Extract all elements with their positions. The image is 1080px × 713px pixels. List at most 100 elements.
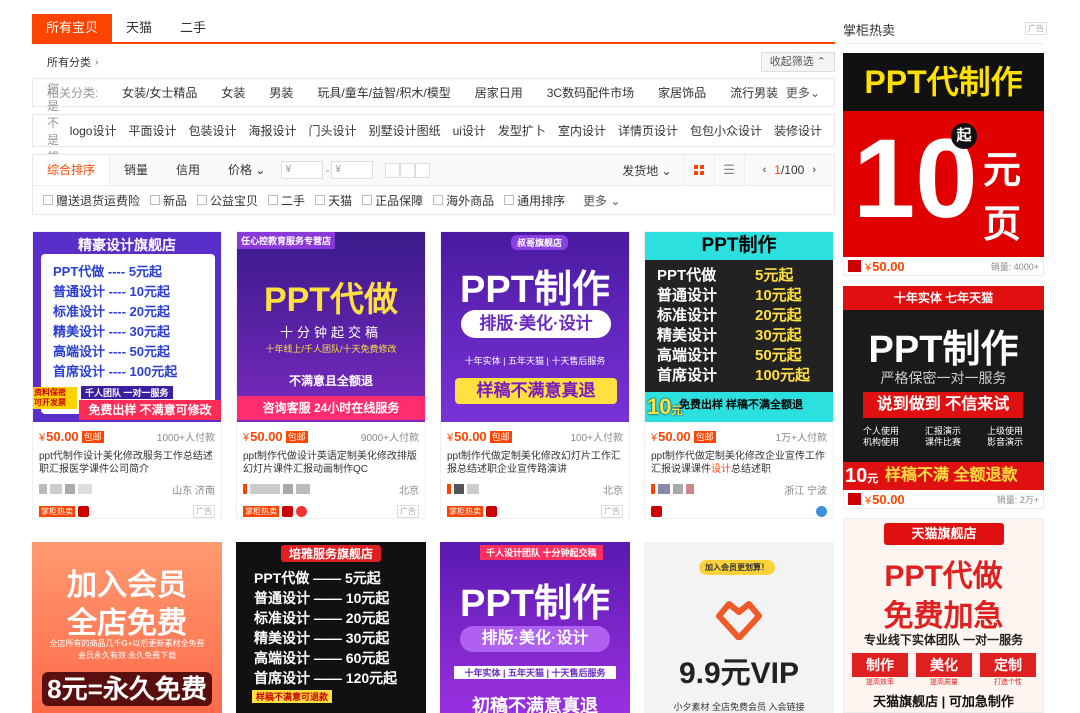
product-image[interactable]: 千人设计团队 十分钟起交稿 PPT制作 排版·美化·设计 十年实体 | 五年天猫… [440,542,630,713]
shop-location: 北京 [399,485,419,497]
checkbox-filter[interactable]: 正品保障 [362,192,423,209]
related-item[interactable]: 男装 [269,84,293,101]
prev-page-icon[interactable]: ‹ [763,164,767,176]
suggest-item[interactable]: 详情页设计 [618,122,678,139]
related-item[interactable]: 女装/女士精品 [122,84,197,101]
sort-credit[interactable]: 信用 [162,155,214,186]
related-item[interactable]: 3C数码配件市场 [547,84,634,101]
side-product-image[interactable]: 十年实体 七年天猫 PPT制作 严格保密一对一服务 说到做到 不信来试 个人使用… [843,286,1044,490]
grid-view-button[interactable] [683,154,714,186]
product-image[interactable]: PPT制作 PPT代做 普通设计 标准设计 精美设计 高端设计 首席设计 5元起 10元起… [645,232,833,422]
suggest-item[interactable]: 装修设计 [774,122,822,139]
product-title[interactable]: ppt制作代做设计英语定制美化修改排版幻灯片课件汇报动画制作QC [243,450,419,476]
product-card[interactable]: 加入会员 全店免费 全店所有的商品几千G+以后更新素材全免费 会员永久有效 永久… [32,542,222,713]
next-page-icon[interactable]: › [812,164,816,176]
suggest-item[interactable]: logo设计 [70,122,117,139]
tab-secondhand[interactable]: 二手 [166,14,220,42]
product-card[interactable]: 精豪设计旗舰店 PPT代做 ---- 5元起 普通设计 ---- 10元起 标准设计… [32,231,222,519]
collapse-filter-button[interactable]: 收起筛选 ⌃ [760,52,835,72]
product-image[interactable]: 加入会员更划算！ 9.9元VIP 小夕素材 全店免费会员 入会链接 [644,542,834,713]
checks-more-button[interactable]: 更多 ⌄ [583,192,620,209]
tab-tmall[interactable]: 天猫 [112,14,166,42]
page-current: 1 [774,163,781,177]
checkbox-filter[interactable]: 公益宝贝 [197,192,258,209]
side-product-card[interactable]: 天猫旗舰店 PPT代做 免费加急 专业线下实体团队 一对一服务 制作 美化 定制… [843,518,1044,713]
filter-checkboxes: 赠送退货运费险 新品 公益宝贝 二手 天猫 正品保障 海外商品 通用排序 更多 … [32,185,835,215]
tmall-icon [486,505,497,517]
checkbox-filter[interactable]: 二手 [268,192,305,209]
product-card[interactable]: 培雅服务旗舰店 PPT代做 —— 5元起 普通设计 —— 10元起 标准设计 —— … [236,542,426,713]
zhanggui-badge: 掌柜热卖 [447,505,483,517]
suggest-item[interactable]: 包包小众设计 [690,122,762,139]
product-card[interactable]: 千人设计团队 十分钟起交稿 PPT制作 排版·美化·设计 十年实体 | 五年天猫… [440,542,630,713]
tmall-icon [282,505,293,517]
shop-line[interactable]: 浙江 宁波 [651,482,827,497]
checkbox-filter[interactable]: 新品 [150,192,187,209]
suggest-row: 您是不是想找: logo设计 平面设计 包装设计 海报设计 门头设计 别墅设计图… [32,82,835,181]
checkbox-filter[interactable]: 通用排序 [504,192,565,209]
suggest-item[interactable]: 平面设计 [129,122,177,139]
related-item[interactable]: 居家日用 [475,84,523,101]
related-item[interactable]: 流行男装 [730,84,778,101]
side-product-card[interactable]: PPT代制作 10 起 元 页 ¥50.00 销量: 4000+ [843,53,1044,276]
price-dash: - [325,163,330,177]
product-image[interactable]: 任心控教育服务专营店 PPT代做 十分钟起交稿 十年线上/千人团队/十天免费修改… [237,232,425,422]
suggest-item[interactable]: ui设计 [453,122,486,139]
tab-all[interactable]: 所有宝贝 [32,14,113,42]
suggest-item[interactable]: 包装设计 [189,122,237,139]
wangwang-icon[interactable] [816,505,827,517]
product-card[interactable]: PPT制作 PPT代做 普通设计 标准设计 精美设计 高端设计 首席设计 5元起 10元起… [644,231,834,519]
page-total: /100 [780,163,805,177]
price-min-input[interactable]: ¥ [281,161,324,179]
product-title[interactable]: ppt代制作设计美化修改服务工作总结述职汇报医学课件公司简介 [39,450,215,476]
product-card[interactable]: 加入会员更划算！ 9.9元VIP 小夕素材 全店免费会员 入会链接 [644,542,834,713]
related-item[interactable]: 玩具/童车/益智/积木/模型 [317,84,450,101]
checkbox-filter[interactable]: 赠送退货运费险 [43,192,140,209]
checkbox-filter[interactable]: 海外商品 [433,192,494,209]
related-item[interactable]: 女装 [221,84,245,101]
sort-sales[interactable]: 销量 [110,155,162,186]
related-item[interactable]: 家居饰品 [658,84,706,101]
all-category-link[interactable]: 所有分类 [47,54,91,70]
sales-count: 1万+人付款 [775,433,827,444]
price-max-input[interactable]: ¥ [331,161,374,179]
side-price: ¥50.00 [865,491,905,507]
shop-line[interactable]: 北京 [447,482,623,497]
ad-label: 广告 [601,504,623,518]
suggest-item[interactable]: 发型扩卜 [498,122,546,139]
side-product-image[interactable]: 天猫旗舰店 PPT代做 免费加急 专业线下实体团队 一对一服务 制作 美化 定制… [843,518,1044,713]
product-image[interactable]: 培雅服务旗舰店 PPT代做 —— 5元起 普通设计 —— 10元起 标准设计 —— … [236,542,426,713]
tmall-icon [848,260,861,272]
price-range-toggle[interactable] [385,162,431,178]
product-image[interactable]: 精豪设计旗舰店 PPT代做 ---- 5元起 普通设计 ---- 10元起 标准设计… [33,232,221,422]
suggest-item[interactable]: 门头设计 [309,122,357,139]
suggest-item[interactable]: 别墅设计图纸 [369,122,441,139]
sort-default[interactable]: 综合排序 [33,154,111,186]
shop-line[interactable]: 北京 [243,482,419,497]
list-view-button[interactable]: ☰ [713,154,744,186]
product-image[interactable]: 加入会员 全店免费 全店所有的商品几千G+以后更新素材全免费 会员永久有效 永久… [32,542,222,713]
shop-line[interactable]: 山东 济南 [39,482,215,497]
side-product-image[interactable]: PPT代制作 10 起 元 页 [843,53,1044,257]
related-more-button[interactable]: 更多⌄ [786,84,820,101]
sort-price[interactable]: 价格 ⌄ [214,155,279,186]
related-category-row: 相关分类: 女装/女士精品 女装 男装 玩具/童车/益智/积木/模型 居家日用 … [32,78,835,107]
product-title[interactable]: ppt制作代做定制美化修改企业宣传工作汇报说课课件设计总结述职 [651,450,827,476]
product-card[interactable]: 任心控教育服务专营店 PPT代做 十分钟起交稿 十年线上/千人团队/十天免费修改… [236,231,426,519]
product-price: ¥50.00 [243,429,283,444]
side-sales: 销量: 2万+ [996,494,1039,505]
suggest-item[interactable]: 海报设计 [249,122,297,139]
category-breadcrumb: 所有分类 › 收起筛选 ⌃ [32,50,835,74]
suggest-item[interactable]: 室内设计 [558,122,606,139]
product-title[interactable]: ppt制作代做定制美化修改幻灯片工作汇报总结述职企业宣传路演讲 [447,450,623,476]
side-title: 掌柜热卖 [843,23,896,38]
ship-from-dropdown[interactable]: 发货地 ⌄ [610,162,683,179]
side-product-card[interactable]: 十年实体 七年天猫 PPT制作 严格保密一对一服务 说到做到 不信来试 个人使用… [843,286,1044,509]
product-image[interactable]: 叔哥旗舰店 PPT制作 排版·美化·设计 十年实体 | 五年天猫 | 十天售后服… [441,232,629,422]
sales-count: 1000+人付款 [156,433,215,444]
checkbox-filter[interactable]: 天猫 [315,192,352,209]
side-ad-label: 广告 [1025,22,1047,35]
flower-icon [296,505,307,517]
sales-count: 9000+人付款 [360,433,419,444]
product-card[interactable]: 叔哥旗舰店 PPT制作 排版·美化·设计 十年实体 | 五年天猫 | 十天售后服… [440,231,630,519]
